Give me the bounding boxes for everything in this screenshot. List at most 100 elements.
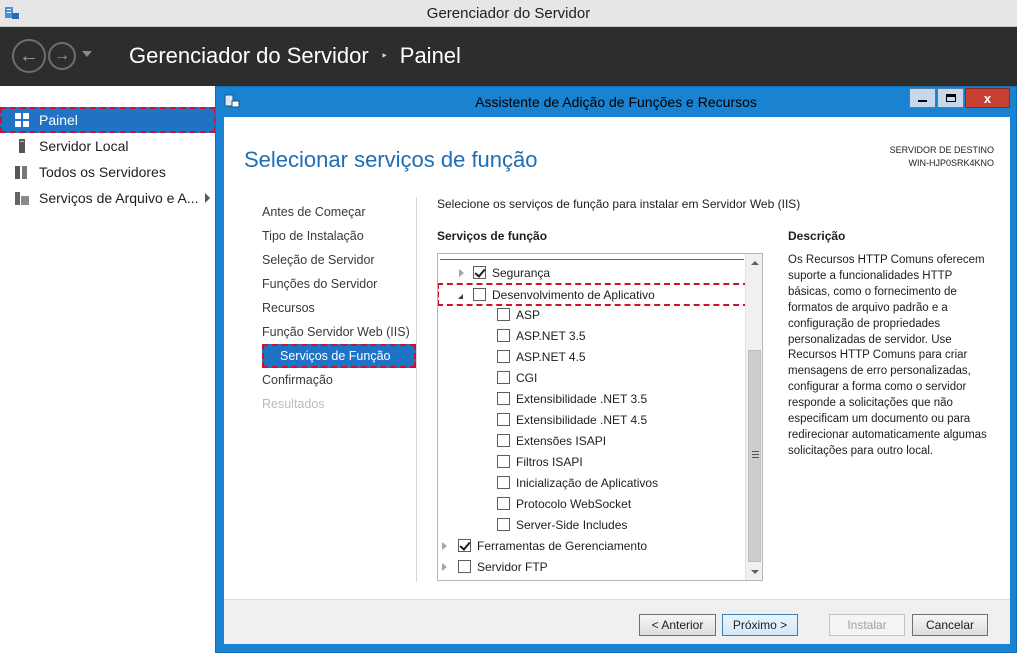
step-selecao-de-servidor[interactable]: Seleção de Servidor: [262, 248, 422, 272]
tree-item-aspnet35[interactable]: ASP.NET 3.5: [438, 325, 744, 346]
breadcrumb: Gerenciador do Servidor ‣ Painel: [129, 43, 461, 69]
tree-item-label: Protocolo WebSocket: [516, 496, 632, 511]
step-funcao-servidor-web[interactable]: Função Servidor Web (IIS): [262, 320, 422, 344]
checkbox-aspnet35[interactable]: [497, 329, 510, 342]
checkbox-extensoes-isapi[interactable]: [497, 434, 510, 447]
checkbox-ext-net35[interactable]: [497, 392, 510, 405]
checkbox-filtros-isapi[interactable]: [497, 455, 510, 468]
nav-item-servidor-local[interactable]: Servidor Local: [0, 133, 216, 159]
role-services-tree[interactable]: Segurança Desenvolvimento de Aplicativo …: [437, 253, 763, 581]
tree-item-label: Desenvolvimento de Aplicativo: [492, 287, 655, 302]
previous-button[interactable]: < Anterior: [639, 614, 716, 636]
minimize-button[interactable]: [909, 88, 936, 108]
dialog-titlebar[interactable]: Assistente de Adição de Funções e Recurs…: [216, 87, 1016, 117]
destination-server-name: WIN-HJP0SRK4KNO: [908, 158, 994, 168]
tree-item-label: Servidor FTP: [477, 559, 548, 574]
tree-item-desenvolvimento-aplicativo[interactable]: Desenvolvimento de Aplicativo: [438, 283, 749, 306]
checkbox-servidor-ftp[interactable]: [458, 560, 471, 573]
expand-right-icon[interactable]: [442, 541, 447, 550]
destination-server: SERVIDOR DE DESTINO WIN-HJP0SRK4KNO: [890, 144, 994, 170]
checkbox-seguranca[interactable]: [473, 266, 486, 279]
dialog-title: Assistente de Adição de Funções e Recurs…: [475, 94, 757, 110]
forward-button[interactable]: →: [48, 42, 76, 70]
arrow-right-icon: →: [54, 47, 70, 64]
checkbox-cgi[interactable]: [497, 371, 510, 384]
expand-right-icon[interactable]: [442, 562, 447, 571]
left-navigation: Painel Servidor Local Todos os Servidore…: [0, 86, 216, 653]
steps-divider: [416, 197, 417, 582]
tree-item-label: Inicialização de Aplicativos: [516, 475, 659, 490]
arrow-left-icon: ←: [19, 44, 39, 67]
tree-scrollbar[interactable]: [745, 254, 762, 580]
maximize-button[interactable]: [937, 88, 964, 108]
tree-item-ext-net35[interactable]: Extensibilidade .NET 3.5: [438, 388, 744, 409]
step-recursos[interactable]: Recursos: [262, 296, 422, 320]
step-antes-de-comecar[interactable]: Antes de Começar: [262, 200, 422, 224]
destination-label: SERVIDOR DE DESTINO: [889, 145, 994, 155]
breadcrumb-separator-icon: ‣: [380, 49, 388, 63]
page-title: Selecionar serviços de função: [244, 147, 538, 172]
nav-item-servicos-arquivo[interactable]: Serviços de Arquivo e A...: [0, 185, 216, 211]
nav-item-label: Serviços de Arquivo e A...: [39, 190, 199, 206]
tree-item-filtros-isapi[interactable]: Filtros ISAPI: [438, 451, 744, 472]
checkbox-websocket[interactable]: [497, 497, 510, 510]
dashboard-icon: [15, 113, 29, 127]
step-tipo-de-instalacao[interactable]: Tipo de Instalação: [262, 224, 422, 248]
step-resultados: Resultados: [262, 397, 325, 411]
tree-item-label: Extensibilidade .NET 4.5: [516, 412, 648, 427]
step-funcoes-do-servidor[interactable]: Funções do Servidor: [262, 272, 422, 296]
nav-item-painel[interactable]: Painel: [0, 107, 216, 133]
cancel-button[interactable]: Cancelar: [912, 614, 988, 636]
maximize-icon: [945, 94, 956, 102]
checkbox-asp[interactable]: [497, 308, 510, 321]
tree-item-asp[interactable]: ASP: [438, 304, 744, 325]
description-label: Descrição: [788, 229, 846, 243]
tree-item-ext-net45[interactable]: Extensibilidade .NET 4.5: [438, 409, 744, 430]
app-header: ← → Gerenciador do Servidor ‣ Painel: [0, 27, 1017, 86]
next-button[interactable]: Próximo >: [722, 614, 798, 636]
tree-item-label: ASP.NET 3.5: [516, 328, 586, 343]
nav-item-label: Servidor Local: [39, 138, 129, 154]
role-services-label: Serviços de função: [437, 229, 548, 243]
server-icon: [19, 139, 25, 153]
checkbox-ferramentas[interactable]: [458, 539, 471, 552]
tree-item-cgi[interactable]: CGI: [438, 367, 744, 388]
step-confirmacao[interactable]: Confirmação: [262, 368, 422, 392]
nav-item-todos-servidores[interactable]: Todos os Servidores: [0, 159, 216, 185]
scroll-up-icon[interactable]: [746, 254, 762, 271]
back-button[interactable]: ←: [12, 39, 46, 73]
tree-item-servidor-ftp[interactable]: Servidor FTP: [438, 556, 744, 577]
tree-item-inicializacao-aplicativos[interactable]: Inicialização de Aplicativos: [438, 472, 744, 493]
nav-item-label: Todos os Servidores: [39, 164, 166, 180]
expand-arrow-icon[interactable]: [205, 193, 210, 203]
tree-item-label: Extensões ISAPI: [516, 433, 607, 448]
tree-item-extensoes-isapi[interactable]: Extensões ISAPI: [438, 430, 744, 451]
scroll-thumb[interactable]: [748, 350, 761, 562]
grip-icon: [752, 451, 759, 458]
tree-item-server-side-includes[interactable]: Server-Side Includes: [438, 514, 744, 535]
wizard-steps: Antes de Começar Tipo de Instalação Sele…: [262, 200, 422, 416]
instruction-text: Selecione os serviços de função para ins…: [437, 197, 801, 211]
tree-item-label: Segurança: [492, 265, 551, 280]
expand-right-icon[interactable]: [459, 268, 464, 277]
step-servicos-de-funcao[interactable]: Serviços de Função: [262, 344, 416, 368]
tree-item-aspnet45[interactable]: ASP.NET 4.5: [438, 346, 744, 367]
tree-item-label: Ferramentas de Gerenciamento: [477, 538, 648, 553]
checkbox-ssi[interactable]: [497, 518, 510, 531]
history-dropdown-icon[interactable]: [82, 51, 92, 57]
tree-item-websocket[interactable]: Protocolo WebSocket: [438, 493, 744, 514]
collapse-icon[interactable]: [458, 293, 463, 299]
tree-item-seguranca[interactable]: Segurança: [438, 262, 744, 283]
close-button[interactable]: x: [965, 88, 1010, 108]
breadcrumb-root[interactable]: Gerenciador do Servidor: [129, 43, 369, 69]
checkbox-ext-net45[interactable]: [497, 413, 510, 426]
checkbox-inicializacao[interactable]: [497, 476, 510, 489]
checkbox-desenvolvimento[interactable]: [473, 288, 486, 301]
add-roles-wizard-dialog: Assistente de Adição de Funções e Recurs…: [215, 86, 1017, 653]
install-button: Instalar: [829, 614, 905, 636]
scroll-down-icon[interactable]: [746, 563, 762, 580]
tree-item-ferramentas-gerenciamento[interactable]: Ferramentas de Gerenciamento: [438, 535, 744, 556]
dialog-footer: < Anterior Próximo > Instalar Cancelar: [224, 599, 1010, 644]
checkbox-aspnet45[interactable]: [497, 350, 510, 363]
tree-item-label: ASP.NET 4.5: [516, 349, 586, 364]
